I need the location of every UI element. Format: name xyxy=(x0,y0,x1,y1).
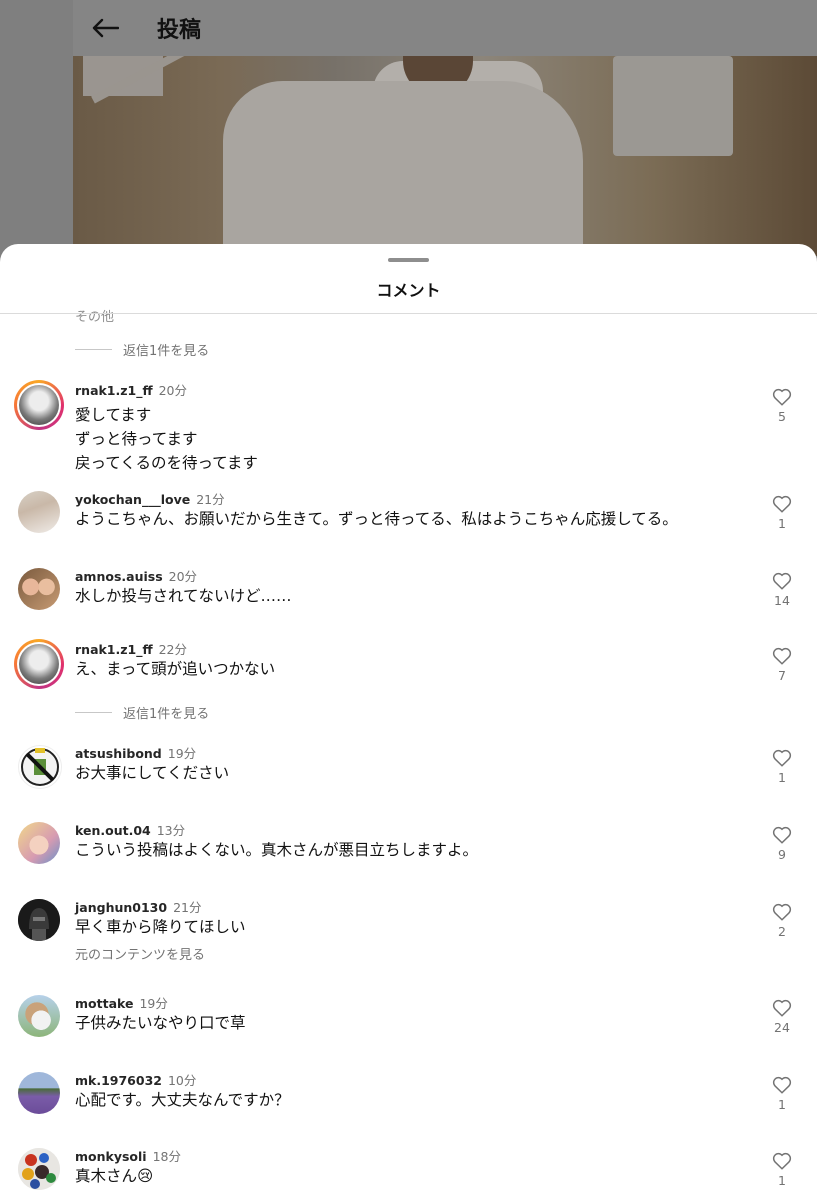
comment-username[interactable]: yokochan___love 21分 xyxy=(75,489,225,508)
like-button[interactable]: 7 xyxy=(768,647,796,683)
heart-icon xyxy=(772,1152,792,1170)
comment-username[interactable]: mottake 19分 xyxy=(75,993,168,1012)
like-count: 24 xyxy=(774,1020,790,1035)
comment-username[interactable]: mk.1976032 10分 xyxy=(75,1070,196,1089)
comment-username[interactable]: amnos.auiss 20分 xyxy=(75,566,197,585)
sheet-drag-handle[interactable] xyxy=(388,258,429,262)
view-original-content-link[interactable]: 元のコンテンツを見る xyxy=(75,944,205,963)
like-button[interactable]: 5 xyxy=(768,388,796,424)
comment-username[interactable]: rnak1.z1_ff 20分 xyxy=(75,380,187,399)
comment-username[interactable]: rnak1.z1_ff 22分 xyxy=(75,639,187,658)
like-button[interactable]: 1 xyxy=(768,1076,796,1112)
heart-icon xyxy=(772,1076,792,1094)
comment-text: お大事にしてください xyxy=(75,764,230,782)
comment-username[interactable]: ken.out.04 13分 xyxy=(75,820,185,839)
like-count: 1 xyxy=(778,516,786,531)
back-arrow-icon[interactable] xyxy=(91,16,121,40)
avatar[interactable] xyxy=(18,1148,60,1190)
view-replies-link[interactable]: 返信1件を見る xyxy=(75,703,209,722)
background-left-panel xyxy=(0,0,73,260)
like-count: 9 xyxy=(778,847,786,862)
divider xyxy=(0,313,817,314)
post-photo[interactable] xyxy=(73,56,817,256)
heart-icon xyxy=(772,903,792,921)
avatar[interactable] xyxy=(18,568,60,610)
comment-username[interactable]: monkysoli 18分 xyxy=(75,1146,181,1165)
heart-icon xyxy=(772,749,792,767)
comment-username[interactable]: atsushibond 19分 xyxy=(75,743,196,762)
post-header: 投稿 xyxy=(73,0,817,57)
comment-text: 子供みたいなやり口で草 xyxy=(75,1014,246,1032)
comment-text: 水しか投与されてないけど…… xyxy=(75,587,292,605)
page-title: 投稿 xyxy=(157,18,202,43)
truncated-text: その他 xyxy=(75,310,115,325)
comments-title: コメント xyxy=(376,281,441,300)
like-count: 2 xyxy=(778,924,786,939)
avatar[interactable] xyxy=(14,380,64,430)
comment-text: ようこちゃん、お願いだから生きて。ずっと待ってる、私はようこちゃん応援してる。 xyxy=(75,510,678,528)
like-count: 5 xyxy=(778,409,786,424)
view-replies-link[interactable]: 返信1件を見る xyxy=(75,340,209,359)
like-count: 7 xyxy=(778,668,786,683)
heart-icon xyxy=(772,826,792,844)
heart-icon xyxy=(772,647,792,665)
comment-text: え、まって頭が追いつかない xyxy=(75,660,276,678)
like-button[interactable]: 9 xyxy=(768,826,796,862)
comment-text: 真木さん😢 xyxy=(75,1167,154,1185)
like-button[interactable]: 14 xyxy=(768,572,796,608)
avatar[interactable] xyxy=(18,745,62,789)
avatar[interactable] xyxy=(14,639,64,689)
like-count: 1 xyxy=(778,1097,786,1112)
avatar[interactable] xyxy=(18,995,60,1037)
avatar[interactable] xyxy=(18,491,60,533)
like-count: 1 xyxy=(778,1173,786,1188)
comments-sheet: その他 コメント 返信1件を見る rnak1.z1_ff 20分 愛してます ずっと… xyxy=(0,244,817,1200)
like-button[interactable]: 1 xyxy=(768,1152,796,1188)
comment-username[interactable]: janghun0130 21分 xyxy=(75,897,201,916)
comment-text: 愛してます ずっと待ってます 戻ってくるのを待ってます xyxy=(75,406,258,472)
heart-icon xyxy=(772,495,792,513)
heart-icon xyxy=(772,572,792,590)
avatar[interactable] xyxy=(18,1072,60,1114)
heart-icon xyxy=(772,999,792,1017)
comment-text: 早く車から降りてほしい xyxy=(75,918,246,936)
like-count: 14 xyxy=(774,593,790,608)
like-button[interactable]: 1 xyxy=(768,749,796,785)
heart-icon xyxy=(772,388,792,406)
comment-text: こういう投稿はよくない。真木さんが悪目立ちしますよ。 xyxy=(75,841,479,859)
like-button[interactable]: 2 xyxy=(768,903,796,939)
like-button[interactable]: 1 xyxy=(768,495,796,531)
avatar[interactable] xyxy=(18,899,60,941)
avatar[interactable] xyxy=(18,822,60,864)
like-count: 1 xyxy=(778,770,786,785)
like-button[interactable]: 24 xyxy=(768,999,796,1035)
comment-text: 心配です。大丈夫なんですか？ xyxy=(75,1091,290,1109)
